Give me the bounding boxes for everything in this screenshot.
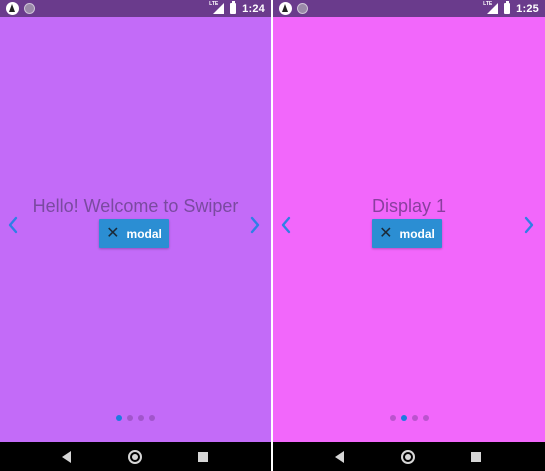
chevron-left-icon <box>281 216 291 234</box>
pagination-dot[interactable] <box>389 415 396 421</box>
recents-icon[interactable] <box>471 452 481 462</box>
sync-notification-icon <box>297 3 308 14</box>
phone-screen-2: LTE 1:25 Display 1 ✕ modal <box>273 0 545 471</box>
swiper-slide[interactable]: Display 1 ✕ modal <box>273 17 545 442</box>
android-nav-bar <box>273 442 545 471</box>
back-icon[interactable] <box>62 451 71 463</box>
status-bar: LTE 1:24 <box>0 0 271 17</box>
sync-notification-icon <box>24 3 35 14</box>
home-icon[interactable] <box>401 450 415 464</box>
pagination-dot[interactable] <box>411 415 418 421</box>
chevron-left-icon <box>8 216 18 234</box>
prev-slide-button[interactable] <box>6 215 20 235</box>
modal-button[interactable]: ✕ modal <box>372 219 442 248</box>
status-system-icons: LTE 1:25 <box>483 0 539 17</box>
status-system-icons: LTE 1:24 <box>209 0 265 17</box>
modal-button-label: modal <box>399 226 435 241</box>
pagination-dot[interactable] <box>116 415 122 421</box>
chevron-right-icon <box>524 216 534 234</box>
home-icon[interactable] <box>128 450 142 464</box>
next-slide-button[interactable] <box>248 215 262 235</box>
close-icon: ✕ <box>106 224 120 242</box>
battery-icon <box>230 1 237 14</box>
modal-button-label: modal <box>126 226 162 241</box>
pagination-dot[interactable] <box>400 415 407 421</box>
chevron-right-icon <box>250 216 260 234</box>
close-icon: ✕ <box>379 224 393 242</box>
slide-text: Display 1 <box>371 196 447 216</box>
recents-icon[interactable] <box>198 452 208 462</box>
pagination-dot[interactable] <box>127 415 133 421</box>
next-slide-button[interactable] <box>522 215 536 235</box>
status-bar: LTE 1:25 <box>273 0 545 17</box>
pagination-dot[interactable] <box>138 415 144 421</box>
back-icon[interactable] <box>335 451 344 463</box>
pagination <box>0 415 271 421</box>
app-notification-icon <box>279 2 292 15</box>
android-nav-bar <box>0 442 271 471</box>
phone-screen-1: LTE 1:24 Hello! Welcome to Swiper ✕ moda… <box>0 0 271 471</box>
status-notification-icons <box>279 2 308 15</box>
status-clock: 1:25 <box>516 2 539 15</box>
prev-slide-button[interactable] <box>279 215 293 235</box>
battery-icon <box>504 1 511 14</box>
modal-button[interactable]: ✕ modal <box>99 219 169 248</box>
slide-text: Hello! Welcome to Swiper <box>32 196 239 216</box>
swiper-slide[interactable]: Hello! Welcome to Swiper ✕ modal <box>0 17 271 442</box>
status-clock: 1:24 <box>242 2 265 15</box>
signal-icon: LTE <box>483 1 499 14</box>
signal-icon: LTE <box>209 1 225 14</box>
pagination <box>273 415 545 421</box>
pagination-dot[interactable] <box>149 415 155 421</box>
status-notification-icons <box>6 2 35 15</box>
app-notification-icon <box>6 2 19 15</box>
pagination-dot[interactable] <box>422 415 429 421</box>
